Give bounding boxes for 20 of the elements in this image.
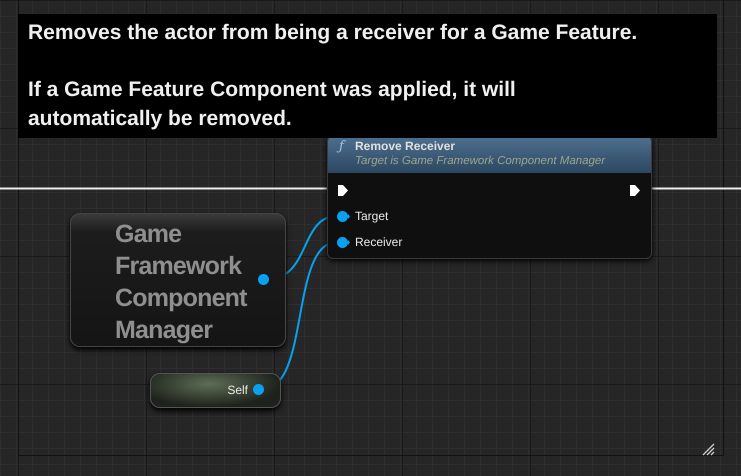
tooltip-text: Removes the actor from being a receiver for a Game Feature. (28, 20, 638, 46)
self-node[interactable]: Self (150, 373, 281, 408)
output-pin-icon[interactable] (253, 384, 264, 395)
exec-pin-icon[interactable] (629, 184, 641, 196)
node-title: Remove Receiver (355, 139, 456, 153)
tooltip-text: If a Game Feature Component was applied, it will automatically be removed. (28, 77, 517, 132)
data-pin-icon[interactable] (337, 210, 350, 222)
data-pin-icon[interactable] (337, 236, 350, 248)
exec-pin-icon[interactable] (337, 184, 349, 196)
resize-grip-icon[interactable] (702, 443, 715, 456)
graph-canvas[interactable] (0, 0, 741, 476)
output-pin-icon[interactable] (258, 274, 269, 285)
node-title: Self (227, 383, 248, 397)
variable-node[interactable]: Game Framework Component Manager (70, 213, 286, 347)
pin-label: Target (355, 209, 388, 223)
node-subtitle: Target is Game Framework Component Manager (355, 155, 606, 167)
function-node[interactable]: ƒ Remove Receiver Target is Game Framework Component Manager Target Receiver (327, 135, 652, 259)
function-icon: ƒ (339, 139, 344, 154)
pin-label: Receiver (355, 235, 402, 249)
node-title: Game Framework Component Manager (115, 219, 248, 346)
